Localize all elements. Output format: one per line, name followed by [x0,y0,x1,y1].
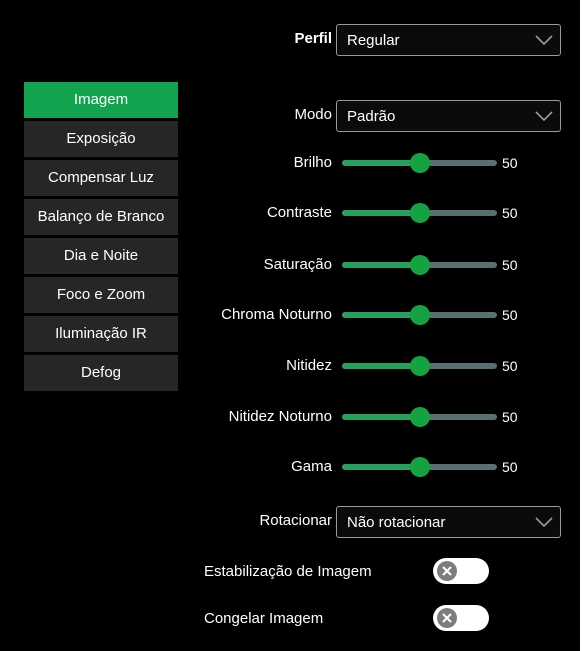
toggle-knob [437,608,457,628]
sharpness-value: 50 [502,358,518,374]
night-sharpness-label: Nitidez Noturno [228,408,332,425]
slider-thumb[interactable] [409,457,430,477]
night-chroma-label: Chroma Noturno [221,306,332,323]
profile-label: Perfil [294,30,332,47]
night-sharpness-slider[interactable] [342,407,497,427]
saturation-value: 50 [502,257,518,273]
slider-thumb[interactable] [409,407,430,427]
contrast-slider[interactable] [342,203,497,223]
slider-thumb[interactable] [409,153,430,173]
rotate-select[interactable]: Não rotacionar [336,506,561,538]
slider-thumb[interactable] [409,356,430,376]
brightness-value: 50 [502,155,518,171]
rotate-label: Rotacionar [259,512,332,529]
slider-fill [342,262,420,268]
contrast-value: 50 [502,205,518,221]
image-stabilization-label: Estabilização de Imagem [204,563,372,580]
gamma-slider[interactable] [342,457,497,477]
saturation-label: Saturação [263,256,332,273]
contrast-label: Contraste [266,204,332,221]
slider-thumb[interactable] [409,255,430,275]
slider-fill [342,210,420,216]
sharpness-label: Nitidez [286,357,332,374]
rotate-select-value: Não rotacionar [347,514,446,531]
chevron-down-icon [535,35,553,46]
brightness-label: Brilho [293,154,332,171]
chevron-down-icon [535,111,553,122]
image-stabilization-toggle[interactable] [433,558,489,584]
night-sharpness-value: 50 [502,409,518,425]
slider-fill [342,363,420,369]
night-chroma-value: 50 [502,307,518,323]
profile-select-value: Regular [347,32,400,49]
chevron-down-icon [535,517,553,528]
gamma-label: Gama [291,458,332,475]
mode-select[interactable]: Padrão [336,100,561,132]
saturation-slider[interactable] [342,255,497,275]
image-settings-panel: Perfil Regular Imagem Exposição Compensa… [0,0,587,651]
sidebar-item-exposicao[interactable]: Exposição [24,121,178,157]
mode-select-value: Padrão [347,108,396,125]
sidebar-item-imagem[interactable]: Imagem [24,82,178,118]
close-icon [442,566,452,576]
slider-fill [342,414,420,420]
slider-fill [342,464,420,470]
slider-fill [342,160,420,166]
freeze-image-label: Congelar Imagem [204,610,324,627]
night-chroma-slider[interactable] [342,305,497,325]
gamma-value: 50 [502,459,518,475]
freeze-image-toggle[interactable] [433,605,489,631]
mode-label: Modo [294,106,332,123]
slider-thumb[interactable] [409,305,430,325]
profile-select[interactable]: Regular [336,24,561,56]
slider-thumb[interactable] [409,203,430,223]
close-icon [442,613,452,623]
slider-fill [342,312,420,318]
sharpness-slider[interactable] [342,356,497,376]
toggle-knob [437,561,457,581]
brightness-slider[interactable] [342,153,497,173]
